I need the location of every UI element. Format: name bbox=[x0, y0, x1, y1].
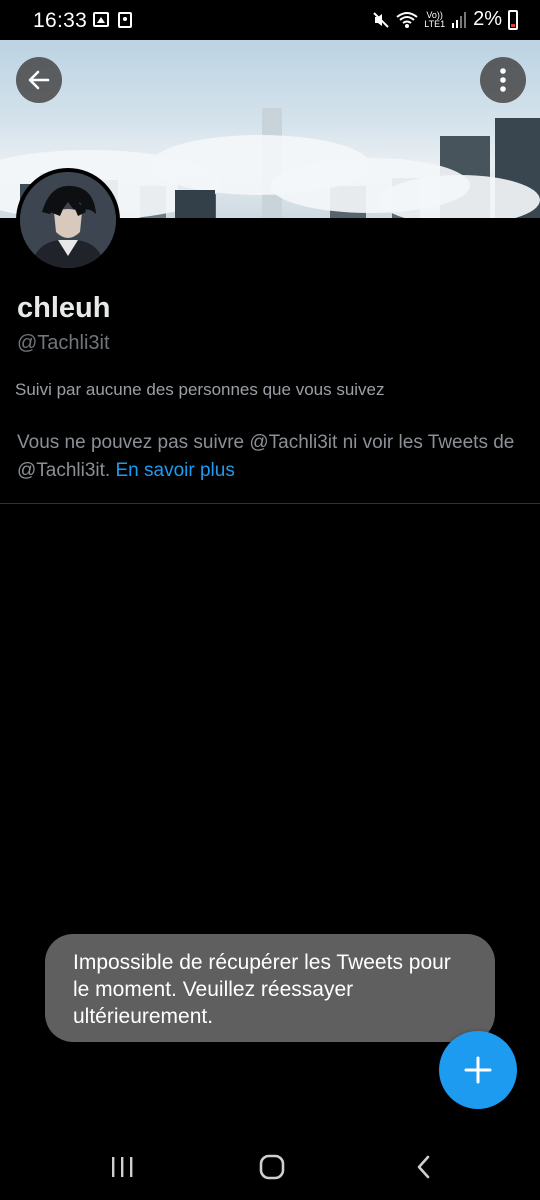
battery-icon bbox=[508, 9, 518, 30]
system-back-button[interactable] bbox=[404, 1150, 444, 1184]
profile-screen: 16:33 Vo)) LTE1 2% chleuh @Tachli3it Sui… bbox=[0, 0, 540, 1200]
more-vertical-icon bbox=[500, 68, 506, 92]
divider bbox=[0, 503, 540, 504]
avatar-image bbox=[20, 172, 116, 268]
avatar[interactable] bbox=[16, 168, 120, 272]
more-options-button[interactable] bbox=[480, 57, 526, 103]
app-notification-icon bbox=[118, 12, 132, 28]
plus-icon bbox=[464, 1056, 492, 1084]
toast-message: Impossible de récupérer les Tweets pour … bbox=[73, 951, 451, 1028]
compose-tweet-button[interactable] bbox=[439, 1031, 517, 1109]
home-icon bbox=[259, 1154, 285, 1180]
battery-percent: 2% bbox=[473, 8, 502, 30]
protected-notice-text: Vous ne pouvez pas suivre @Tachli3it ni … bbox=[17, 432, 515, 481]
system-navigation-bar bbox=[0, 1130, 540, 1200]
recent-apps-icon bbox=[112, 1157, 133, 1177]
wifi-icon bbox=[396, 11, 418, 28]
mute-icon bbox=[373, 11, 389, 28]
home-button[interactable] bbox=[252, 1150, 292, 1184]
error-toast: Impossible de récupérer les Tweets pour … bbox=[45, 934, 495, 1042]
followed-by-text: Suivi par aucune des personnes que vous … bbox=[15, 380, 385, 399]
arrow-left-icon bbox=[28, 70, 50, 90]
network-type: Vo)) LTE1 bbox=[424, 9, 446, 29]
back-chevron-icon bbox=[417, 1155, 430, 1179]
signal-icon bbox=[452, 11, 467, 28]
status-time: 16:33 bbox=[33, 9, 88, 32]
gallery-notification-icon bbox=[93, 12, 109, 27]
learn-more-link[interactable]: En savoir plus bbox=[116, 460, 235, 481]
recent-apps-button[interactable] bbox=[102, 1150, 142, 1184]
profile-handle: @Tachli3it bbox=[17, 332, 110, 354]
status-bar: 16:33 Vo)) LTE1 2% bbox=[0, 0, 540, 40]
protected-notice: Vous ne pouvez pas suivre @Tachli3it ni … bbox=[17, 429, 517, 485]
back-button[interactable] bbox=[16, 57, 62, 103]
profile-name: chleuh bbox=[17, 292, 111, 324]
